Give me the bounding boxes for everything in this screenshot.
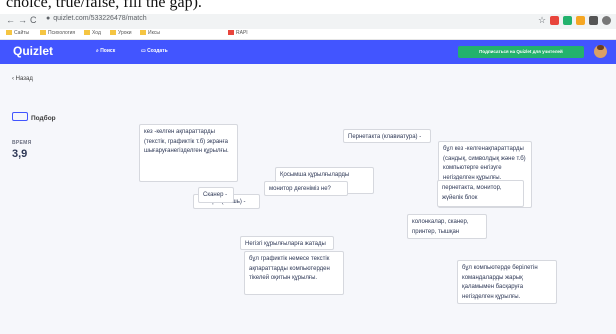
match-card[interactable]: бұл компьютерде берілетін командаларды ж…: [457, 260, 557, 304]
nav-search[interactable]: ⌕ Поиск: [96, 48, 115, 54]
extension-icon[interactable]: [563, 16, 572, 25]
bookmark-icon: [228, 30, 234, 35]
star-icon[interactable]: ☆: [538, 15, 546, 26]
time-label: ВРЕМЯ: [12, 140, 32, 146]
match-card[interactable]: пернетакта, монитор, жүйелік блок: [437, 180, 524, 207]
bookmark-item[interactable]: RAPI: [228, 30, 248, 36]
back-arrow-icon[interactable]: ←: [6, 15, 15, 25]
forward-arrow-icon[interactable]: →: [18, 15, 27, 25]
extension-icon[interactable]: [550, 16, 559, 25]
url-text: quizlet.com/533226478/match: [53, 15, 147, 22]
match-card[interactable]: Сканер -: [198, 187, 234, 203]
mode-title: Подбор: [12, 112, 56, 122]
avatar[interactable]: [594, 45, 607, 58]
match-card[interactable]: Негізгі құрылғыларға жатады: [240, 236, 334, 250]
extension-icon[interactable]: [589, 16, 598, 25]
folder-icon: [6, 30, 12, 35]
quizlet-logo[interactable]: Quizlet: [13, 44, 53, 58]
caption-text: choice, true/false, fill the gap).: [6, 0, 202, 11]
bookmark-item[interactable]: Уроки: [110, 30, 132, 36]
nav-create[interactable]: ▭ Создать: [141, 48, 168, 54]
folder-icon: [40, 30, 46, 35]
folder-icon: [140, 30, 146, 35]
folder-icon: [84, 30, 90, 35]
sidebar: ‹ Назад Подбор ВРЕМЯ 3,9: [0, 64, 88, 334]
address-bar[interactable]: ● quizlet.com/533226478/match: [46, 15, 147, 22]
extension-icon[interactable]: [576, 16, 585, 25]
match-mode-icon: [12, 112, 28, 121]
bookmark-item[interactable]: Иксы: [140, 30, 160, 36]
reload-icon[interactable]: C: [30, 15, 37, 25]
back-link[interactable]: ‹ Назад: [12, 76, 33, 82]
bookmark-item[interactable]: Ход: [84, 30, 101, 36]
browser-toolbar: ← → C ● quizlet.com/533226478/match ☆: [0, 14, 616, 30]
match-card[interactable]: кез -келген ақпараттарды (текстік, графи…: [139, 124, 238, 182]
bookmarks-bar: Сайты Психология Ход Уроки Иксы RAPI: [0, 29, 616, 40]
match-card[interactable]: Пернетакта (клавиатура) -: [343, 129, 431, 143]
avatar-hair: [597, 45, 604, 50]
lock-icon: ●: [46, 15, 51, 22]
folder-icon: [110, 30, 116, 35]
app-header: Quizlet ⌕ Поиск ▭ Создать Подписаться на…: [0, 40, 616, 64]
teacher-subscribe-button[interactable]: Подписаться на Quizlet для учителей: [458, 46, 584, 58]
profile-icon[interactable]: [602, 16, 611, 25]
bookmark-item[interactable]: Психология: [40, 30, 75, 36]
caption-strip: choice, true/false, fill the gap).: [0, 0, 616, 14]
match-card[interactable]: бұл графиктік немесе текстік ақпараттард…: [244, 251, 344, 295]
match-card[interactable]: колонкалар, сканер, принтер, тышқан: [407, 214, 487, 239]
time-value: 3,9: [12, 148, 28, 160]
bookmark-item[interactable]: Сайты: [6, 30, 29, 36]
match-card[interactable]: монитор дегеніміз не?: [264, 181, 348, 196]
